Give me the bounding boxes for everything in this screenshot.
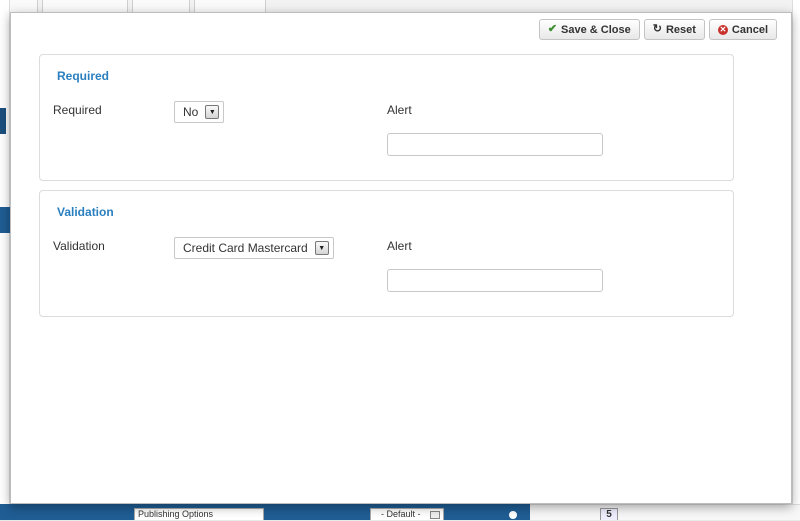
check-icon: ✔ <box>547 23 558 35</box>
modal-toolbar: ✔ Save & Close ↻ Reset ✕ Cancel <box>538 19 777 40</box>
cancel-button[interactable]: ✕ Cancel <box>708 19 777 40</box>
validation-select[interactable]: Credit Card Mastercard ▼ <box>174 237 334 259</box>
validation-section-title: Validation <box>57 205 114 219</box>
page-number: 5 <box>600 508 618 520</box>
status-dot <box>509 511 517 519</box>
default-select-label: - Default - <box>381 509 421 519</box>
required-select-value: No <box>183 105 199 119</box>
required-select[interactable]: No ▼ <box>174 101 225 123</box>
validation-select-value: Credit Card Mastercard <box>183 241 308 255</box>
chevron-down-icon <box>430 511 440 519</box>
cancel-icon: ✕ <box>717 24 728 35</box>
validation-alert-label: Alert <box>387 239 412 253</box>
default-select: - Default - <box>370 508 444 520</box>
field-options-modal: ✔ Save & Close ↻ Reset ✕ Cancel Required… <box>10 12 792 504</box>
refresh-icon: ↻ <box>652 23 662 35</box>
background-block <box>0 108 6 134</box>
chevron-down-icon: ▼ <box>205 105 220 119</box>
background-nav-item <box>0 207 10 233</box>
required-alert-input[interactable] <box>387 133 603 156</box>
reset-button[interactable]: ↻ Reset <box>643 19 705 40</box>
publishing-options-field: Publishing Options <box>134 508 264 520</box>
chevron-down-icon: ▼ <box>314 241 329 255</box>
background-publishing-bar <box>0 504 530 520</box>
required-panel: Required Required No ▼ Alert <box>39 54 734 181</box>
validation-label: Validation <box>53 239 105 253</box>
reset-label: Reset <box>665 23 696 36</box>
required-alert-label: Alert <box>387 103 412 117</box>
validation-alert-input[interactable] <box>387 269 603 292</box>
required-section-title: Required <box>57 69 110 83</box>
save-close-label: Save & Close <box>561 23 631 36</box>
background-right-column <box>792 0 800 520</box>
background-pagination-area: 5 <box>530 504 800 520</box>
validation-panel: Validation Validation Credit Card Master… <box>39 190 734 317</box>
save-close-button[interactable]: ✔ Save & Close <box>538 19 640 40</box>
background-left-column <box>0 0 10 520</box>
cancel-label: Cancel <box>731 23 768 36</box>
required-label: Required <box>53 103 102 117</box>
